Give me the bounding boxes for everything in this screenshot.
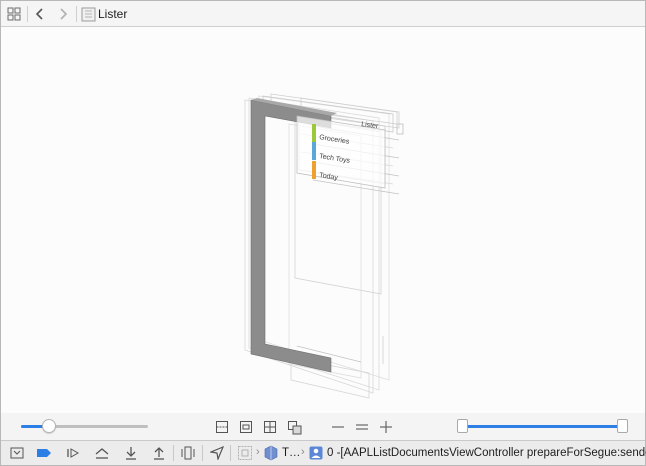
range-slider-fill[interactable] [462, 425, 623, 428]
back-icon[interactable] [31, 5, 49, 23]
separator [76, 6, 77, 22]
forward-icon[interactable] [54, 5, 72, 23]
xcode-view-debugger-window: Lister Lister Groceries Tech Toys Today … [0, 0, 646, 466]
clip-content-icon[interactable] [213, 418, 231, 436]
storyboard-icon[interactable] [79, 5, 97, 23]
thread-icon[interactable] [261, 444, 281, 462]
view-debugger-toolbar [1, 413, 645, 440]
zoom-in-icon[interactable] [377, 418, 395, 436]
separator [173, 445, 174, 461]
wireframe-icon[interactable] [261, 418, 279, 436]
stack-frame-icon[interactable] [306, 444, 326, 462]
jump-bar: Lister [1, 1, 645, 27]
show-constraints-icon[interactable] [237, 418, 255, 436]
separator [27, 6, 28, 22]
contents-icon[interactable] [286, 418, 304, 436]
step-into-icon[interactable] [121, 444, 141, 462]
breadcrumb-chevron: › [301, 446, 305, 458]
tech-toys-color-bar [312, 142, 316, 160]
thread-name[interactable]: T… [282, 447, 301, 459]
grid-icon[interactable] [5, 5, 23, 23]
step-out-icon[interactable] [149, 444, 169, 462]
zoom-reset-icon[interactable] [353, 418, 371, 436]
zoom-out-icon[interactable] [329, 418, 347, 436]
breadcrumb-chevron: › [256, 446, 260, 458]
separator [202, 445, 203, 461]
simulate-location-icon[interactable] [207, 444, 227, 462]
separator [230, 445, 231, 461]
stack-frame-label[interactable]: 0 -[AAPLListDocumentsViewController prep… [327, 447, 646, 459]
hide-debug-area-icon[interactable] [7, 444, 27, 462]
range-slider-end-thumb[interactable] [617, 419, 628, 433]
step-over-icon[interactable] [92, 444, 112, 462]
view-hierarchy-3d[interactable]: Lister Groceries Tech Toys Today [1, 28, 645, 413]
view-hierarchy-canvas[interactable]: Lister Groceries Tech Toys Today [1, 28, 645, 413]
spacing-slider-thumb[interactable] [42, 419, 56, 433]
jump-bar-title[interactable]: Lister [98, 7, 127, 21]
continue-icon[interactable] [63, 444, 83, 462]
today-color-bar [312, 161, 316, 179]
breakpoints-toggle-icon[interactable] [34, 444, 54, 462]
range-slider-start-thumb[interactable] [457, 419, 468, 433]
groceries-color-bar [312, 124, 316, 142]
app-icon[interactable] [235, 444, 255, 462]
debug-bar: › T… › 0 -[AAPLListDocumentsViewControll… [1, 440, 646, 465]
debug-view-hierarchy-icon[interactable] [178, 444, 198, 462]
